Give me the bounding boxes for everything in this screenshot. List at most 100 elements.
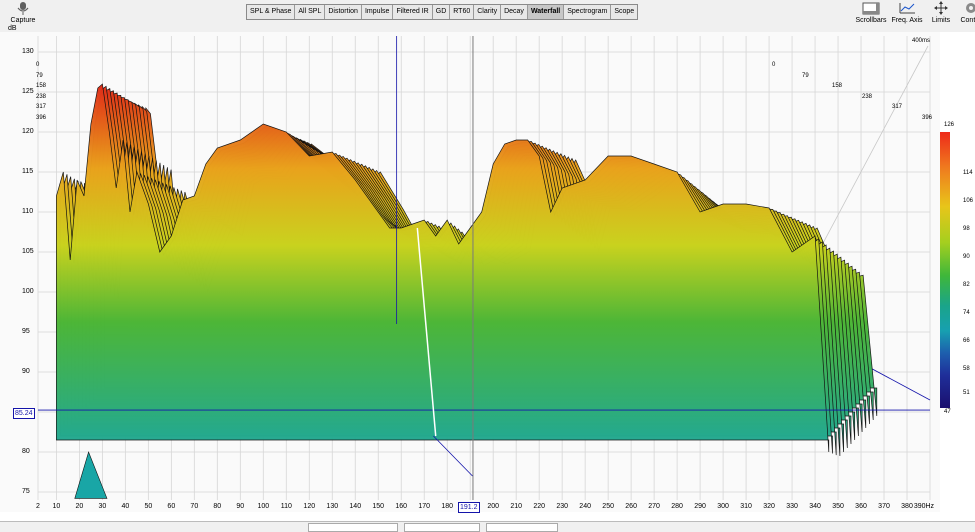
colorbar-tick-label: 114 bbox=[963, 169, 973, 176]
x-tick-label: 220 bbox=[533, 503, 546, 510]
time-slice-label-right: 0 bbox=[772, 62, 776, 68]
time-slice-label-right: 238 bbox=[862, 93, 873, 100]
y-tick-label: 105 bbox=[22, 248, 34, 255]
x-tick-label: 150 bbox=[372, 503, 385, 510]
y-tick-label: 115 bbox=[22, 168, 34, 175]
colorbar-tick-label: 106 bbox=[963, 197, 974, 204]
tab-clarity[interactable]: Clarity bbox=[474, 5, 502, 19]
tab-rt60[interactable]: RT60 bbox=[450, 5, 475, 19]
y-tick-label: 100 bbox=[22, 288, 34, 295]
y-axis-unit: dB bbox=[8, 25, 17, 32]
time-slice-label-left: 317 bbox=[36, 104, 47, 110]
x-tick-label: 70 bbox=[190, 503, 199, 510]
x-tick-label: 30 bbox=[98, 503, 107, 510]
x-tick-label: 260 bbox=[625, 503, 637, 510]
time-max-label: 400ms bbox=[912, 38, 931, 44]
tab-distortion[interactable]: Distortion bbox=[325, 5, 362, 19]
microphone-icon bbox=[17, 2, 29, 15]
x-tick-label: 200 bbox=[487, 503, 500, 510]
colorbar-tick-label: 126 bbox=[944, 122, 955, 128]
tab-decay[interactable]: Decay bbox=[501, 5, 528, 19]
x-tick-label: 160 bbox=[395, 503, 408, 510]
x-tick-label: 280 bbox=[671, 503, 683, 510]
graph-tabs: SPL & Phase All SPL Distortion Impulse F… bbox=[246, 4, 639, 20]
time-slice-label-right: 317 bbox=[892, 104, 903, 110]
x-tick-label: 120 bbox=[303, 503, 316, 510]
x-tick-label: 60 bbox=[167, 503, 176, 510]
colorbar-tick-label: 66 bbox=[963, 337, 970, 344]
tab-gd[interactable]: GD bbox=[433, 5, 451, 19]
colorbar-tick-label: 51 bbox=[963, 390, 970, 397]
colorbar-tick-label: 74 bbox=[963, 309, 970, 316]
gear-icon bbox=[966, 3, 975, 13]
colorbar-tick-label: 47 bbox=[944, 409, 951, 415]
colorbar-tick-label: 58 bbox=[963, 365, 970, 372]
freq-axis-icon bbox=[899, 3, 915, 14]
x-tick-label: 320 bbox=[763, 503, 775, 510]
colorbar-tick-label: 90 bbox=[963, 253, 970, 260]
cursor-x-readout: 191.2 bbox=[458, 502, 480, 513]
tab-filtered-ir[interactable]: Filtered IR bbox=[393, 5, 433, 19]
x-tick-label: 20 bbox=[75, 503, 84, 510]
x-tick-label: 130 bbox=[326, 503, 339, 510]
y-tick-label: 90 bbox=[22, 368, 30, 375]
x-tick-label: 230 bbox=[556, 503, 568, 510]
time-slice-label-right: 79 bbox=[802, 72, 809, 79]
status-bar bbox=[0, 521, 975, 532]
time-slice-label-left: 396 bbox=[36, 114, 47, 121]
x-tick-label: 2 bbox=[36, 503, 40, 510]
cursor-floor-line bbox=[433, 435, 473, 477]
colorbar-tick-label: 82 bbox=[963, 281, 970, 288]
controls-button[interactable]: Contro bbox=[948, 0, 975, 25]
time-slice-label-left: 238 bbox=[36, 93, 47, 100]
x-tick-label: 10 bbox=[52, 503, 61, 510]
x-tick-label: 80 bbox=[213, 503, 222, 510]
y-tick-label: 80 bbox=[22, 448, 30, 455]
x-tick-label: 170 bbox=[418, 503, 431, 510]
x-tick-label: 380 bbox=[901, 503, 913, 510]
toolbar: Capture SPL & Phase All SPL Distortion I… bbox=[0, 0, 975, 32]
x-tick-label: 210 bbox=[510, 503, 523, 510]
cursor-y-readout: 85.24 bbox=[13, 408, 35, 419]
colorbar bbox=[940, 132, 950, 408]
time-slice-label-right: 396 bbox=[922, 114, 933, 121]
colorbar-tick-label: 98 bbox=[963, 225, 970, 232]
capture-label: Capture bbox=[10, 17, 36, 24]
tab-impulse[interactable]: Impulse bbox=[362, 5, 394, 19]
x-tick-label: 270 bbox=[648, 503, 660, 510]
x-tick-label: 350 bbox=[832, 503, 844, 510]
capture-button[interactable]: Capture bbox=[0, 0, 46, 25]
tab-all-spl[interactable]: All SPL bbox=[295, 5, 326, 19]
x-tick-label: 370 bbox=[878, 503, 890, 510]
x-tick-label: 290 bbox=[694, 503, 706, 510]
waterfall-canvas[interactable] bbox=[0, 32, 940, 512]
x-tick-label: 360 bbox=[855, 503, 867, 510]
x-tick-label: 140 bbox=[349, 503, 362, 510]
y-tick-label: 120 bbox=[22, 128, 34, 135]
y-tick-label: 130 bbox=[22, 48, 34, 55]
time-slice-label-left: 0 bbox=[36, 62, 40, 68]
tab-spectrogram[interactable]: Spectrogram bbox=[564, 5, 612, 19]
x-tick-label: 110 bbox=[280, 503, 292, 510]
tab-spl-phase[interactable]: SPL & Phase bbox=[247, 5, 296, 19]
tab-waterfall[interactable]: Waterfall bbox=[527, 5, 565, 19]
x-tick-label: 240 bbox=[579, 503, 591, 510]
x-tick-label: 100 bbox=[257, 503, 270, 510]
time-slice-label-right: 158 bbox=[832, 83, 843, 89]
x-tick-label: 330 bbox=[786, 503, 798, 510]
x-tick-label: 310 bbox=[740, 503, 752, 510]
waterfall-slice bbox=[56, 83, 830, 453]
waterfall-plot[interactable] bbox=[0, 32, 940, 512]
time-slice-label-left: 79 bbox=[36, 72, 43, 79]
scrollbars-icon bbox=[862, 2, 880, 15]
x-tick-label: 90 bbox=[236, 503, 245, 510]
x-tick-label: 180 bbox=[441, 503, 454, 510]
x-tick-label: 390Hz bbox=[913, 503, 935, 510]
x-tick-label: 250 bbox=[602, 503, 614, 510]
y-tick-label: 110 bbox=[22, 208, 34, 215]
time-slice-label-left: 158 bbox=[36, 83, 47, 89]
y-tick-label: 75 bbox=[22, 488, 30, 495]
x-tick-label: 50 bbox=[144, 503, 153, 510]
tab-scope[interactable]: Scope bbox=[611, 5, 637, 19]
x-tick-label: 40 bbox=[121, 503, 130, 510]
